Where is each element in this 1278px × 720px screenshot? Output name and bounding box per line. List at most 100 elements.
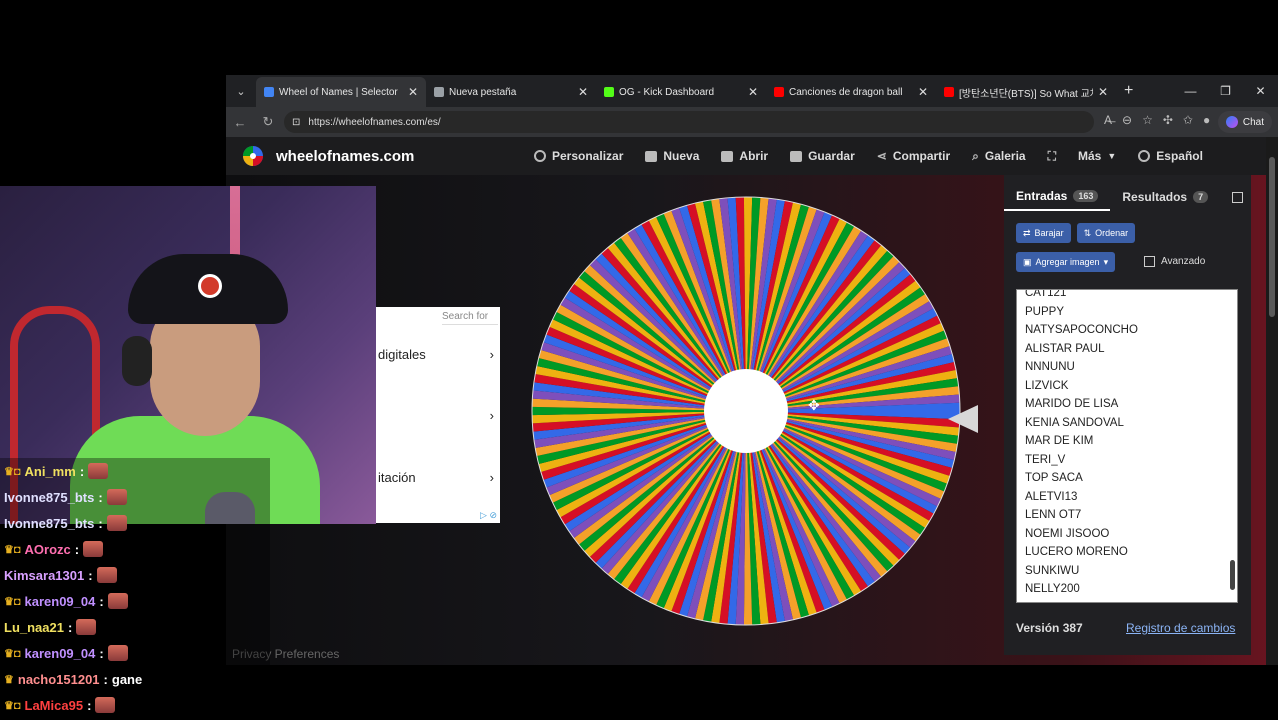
advanced-checkbox[interactable] bbox=[1144, 256, 1155, 267]
chat-username[interactable]: Ivonne875_bts bbox=[4, 516, 94, 531]
entries-textarea[interactable]: CAT121 PUPPY NATYSAPOCONCHO ALISTAR PAUL NN… bbox=[1016, 289, 1238, 603]
new-tab-icon[interactable]: + bbox=[1124, 82, 1133, 100]
chat-username[interactable]: Lu_naa21 bbox=[4, 620, 64, 635]
back-icon[interactable]: ← bbox=[226, 115, 254, 130]
restore-icon[interactable]: ❐ bbox=[1208, 75, 1243, 107]
url-bar[interactable]: ⊡ https://wheelofnames.com/es/ bbox=[284, 111, 1094, 133]
add-image-button[interactable]: ▣ Agregar imagen ▾ bbox=[1016, 252, 1116, 272]
close-tab-icon[interactable]: ✕ bbox=[408, 85, 418, 99]
chat-emote-icon bbox=[107, 645, 128, 661]
page-favicon-icon bbox=[434, 87, 444, 97]
site-info-icon[interactable]: ⊡ bbox=[292, 117, 300, 128]
close-tab-icon[interactable]: ✕ bbox=[578, 85, 588, 99]
tab-strip: ⌄ Wheel of Names | Selector ✕ Nueva pest… bbox=[226, 75, 1278, 107]
search-icon: ⌕ bbox=[972, 148, 979, 163]
entries-panel: Entradas 163 Resultados 7 ⇄ Barajar ⇅ Or… bbox=[1004, 175, 1251, 655]
chat-username[interactable]: karen09_04 bbox=[25, 646, 96, 661]
close-window-icon[interactable]: ✕ bbox=[1243, 75, 1278, 107]
tab-bts[interactable]: [방탄소년단(BTS)] So What 교차 ✕ bbox=[936, 77, 1116, 107]
zoom-icon[interactable]: ⊖ bbox=[1122, 113, 1132, 127]
ad-row[interactable]: itación › bbox=[378, 470, 494, 485]
fullscreen-button[interactable]: ⛶ bbox=[1048, 149, 1056, 164]
favorite-star-icon[interactable]: ☆ bbox=[1142, 113, 1153, 127]
chat-username[interactable]: Kimsara1301 bbox=[4, 568, 84, 583]
menu-compartir[interactable]: ⋖ Compartir bbox=[877, 149, 950, 163]
chevron-right-icon: › bbox=[489, 347, 494, 362]
page-scrollbar-thumb[interactable] bbox=[1269, 157, 1275, 317]
favorites-icon[interactable]: ✩ bbox=[1183, 113, 1193, 127]
version-label: Versión 387 bbox=[1016, 621, 1083, 635]
entry-line: PUPPY bbox=[1025, 305, 1064, 318]
reload-icon[interactable]: ↻ bbox=[254, 114, 282, 130]
chat-message: Kimsara1301: bbox=[0, 562, 270, 588]
stream-chat: ♛◘ Ani_mm: Ivonne875_bts: Ivonne875_bts: ♛◘ A… bbox=[0, 458, 270, 718]
tab-list-dropdown-icon[interactable]: ⌄ bbox=[226, 75, 256, 107]
chat-message: Lu_naa21: bbox=[0, 614, 270, 640]
chat-message: Ivonne875_bts: bbox=[0, 484, 270, 510]
kick-favicon-icon bbox=[604, 87, 614, 97]
changelog-link[interactable]: Registro de cambios bbox=[1126, 621, 1235, 635]
chat-colon: : bbox=[74, 541, 80, 557]
ad-row[interactable]: › bbox=[378, 408, 494, 423]
menu-personalizar[interactable]: Personalizar bbox=[534, 149, 623, 163]
chat-text: gane bbox=[111, 671, 143, 687]
chevron-right-icon: › bbox=[489, 408, 494, 423]
menu-guardar[interactable]: Guardar bbox=[790, 149, 855, 163]
extensions-icon[interactable]: ✣ bbox=[1163, 113, 1173, 127]
menu-abrir[interactable]: Abrir bbox=[721, 149, 768, 163]
chat-username[interactable]: LaMica95 bbox=[25, 698, 84, 713]
tab-kick-dashboard[interactable]: OG - Kick Dashboard ✕ bbox=[596, 77, 766, 107]
tab-nueva-pestana[interactable]: Nueva pestaña ✕ bbox=[426, 77, 596, 107]
page-scrollbar[interactable] bbox=[1266, 137, 1278, 665]
profile-avatar-icon[interactable]: ● bbox=[1203, 113, 1210, 127]
tab-dragon-ball[interactable]: Canciones de dragon ball ✕ bbox=[766, 77, 936, 107]
hide-checkbox[interactable] bbox=[1232, 191, 1244, 203]
chat-badge-icon: ♛◘ bbox=[4, 543, 21, 556]
chat-badge-icon: ♛◘ bbox=[4, 465, 21, 478]
adchoices-icon[interactable]: ▷ ⊘ bbox=[480, 510, 497, 521]
menu-galeria[interactable]: ⌕ Galeria bbox=[972, 149, 1025, 164]
chevron-right-icon: › bbox=[489, 470, 494, 485]
globe-icon bbox=[1138, 150, 1151, 162]
close-tab-icon[interactable]: ✕ bbox=[1098, 85, 1108, 99]
chat-username[interactable]: Ani_mm bbox=[25, 464, 76, 479]
sort-button[interactable]: ⇅ Ordenar bbox=[1076, 223, 1136, 243]
name-wheel[interactable] bbox=[530, 195, 962, 627]
palette-icon bbox=[534, 150, 546, 162]
site-logo[interactable]: wheelofnames.com bbox=[242, 145, 414, 167]
copilot-chat-button[interactable]: Chat bbox=[1217, 111, 1272, 133]
ad-search-input[interactable]: Search for bbox=[442, 309, 498, 325]
window-controls: — ❐ ✕ bbox=[1173, 75, 1278, 107]
chat-emote-icon bbox=[88, 463, 109, 479]
chat-colon: : bbox=[87, 697, 92, 713]
chat-emote-icon bbox=[95, 697, 116, 713]
menu-mas[interactable]: Más ▼ bbox=[1078, 149, 1116, 163]
menu-nueva[interactable]: Nueva bbox=[645, 149, 699, 163]
shuffle-button[interactable]: ⇄ Barajar bbox=[1016, 223, 1071, 243]
entries-scrollbar[interactable] bbox=[1230, 560, 1235, 590]
minimize-icon[interactable]: — bbox=[1173, 75, 1208, 107]
address-bar-row: ← ↻ ⊡ https://wheelofnames.com/es/ A̶ ⊖ … bbox=[226, 107, 1278, 137]
close-tab-icon[interactable]: ✕ bbox=[748, 85, 758, 99]
hide-panel-toggle[interactable] bbox=[1220, 183, 1255, 211]
ad-row[interactable]: digitales › bbox=[378, 347, 494, 362]
close-tab-icon[interactable]: ✕ bbox=[918, 85, 928, 99]
chat-message: ♛◘ karen09_04: bbox=[0, 588, 270, 614]
tab-wheel-of-names[interactable]: Wheel of Names | Selector ✕ bbox=[256, 77, 426, 107]
folder-icon bbox=[721, 150, 734, 162]
wheel-center-hub[interactable] bbox=[704, 369, 788, 453]
tab-entradas[interactable]: Entradas 163 bbox=[1004, 183, 1111, 211]
results-count-badge: 7 bbox=[1193, 191, 1209, 203]
chat-username[interactable]: Ivonne875_bts bbox=[4, 490, 94, 505]
entry-line: ALISTAR PAUL bbox=[1025, 342, 1105, 355]
chat-username[interactable]: nacho151201 bbox=[18, 672, 100, 687]
chat-username[interactable]: karen09_04 bbox=[25, 594, 96, 609]
menu-language[interactable]: Español bbox=[1138, 149, 1203, 163]
chat-username[interactable]: AOrozc bbox=[25, 542, 71, 557]
chat-badge-icon: ♛◘ bbox=[4, 699, 21, 712]
translate-icon[interactable]: A̶ bbox=[1104, 113, 1112, 127]
advanced-toggle[interactable]: Avanzado bbox=[1144, 256, 1205, 267]
tab-resultados[interactable]: Resultados 7 bbox=[1110, 183, 1220, 211]
entry-line: NELLY200 bbox=[1025, 583, 1080, 595]
chat-emote-icon bbox=[83, 541, 104, 557]
